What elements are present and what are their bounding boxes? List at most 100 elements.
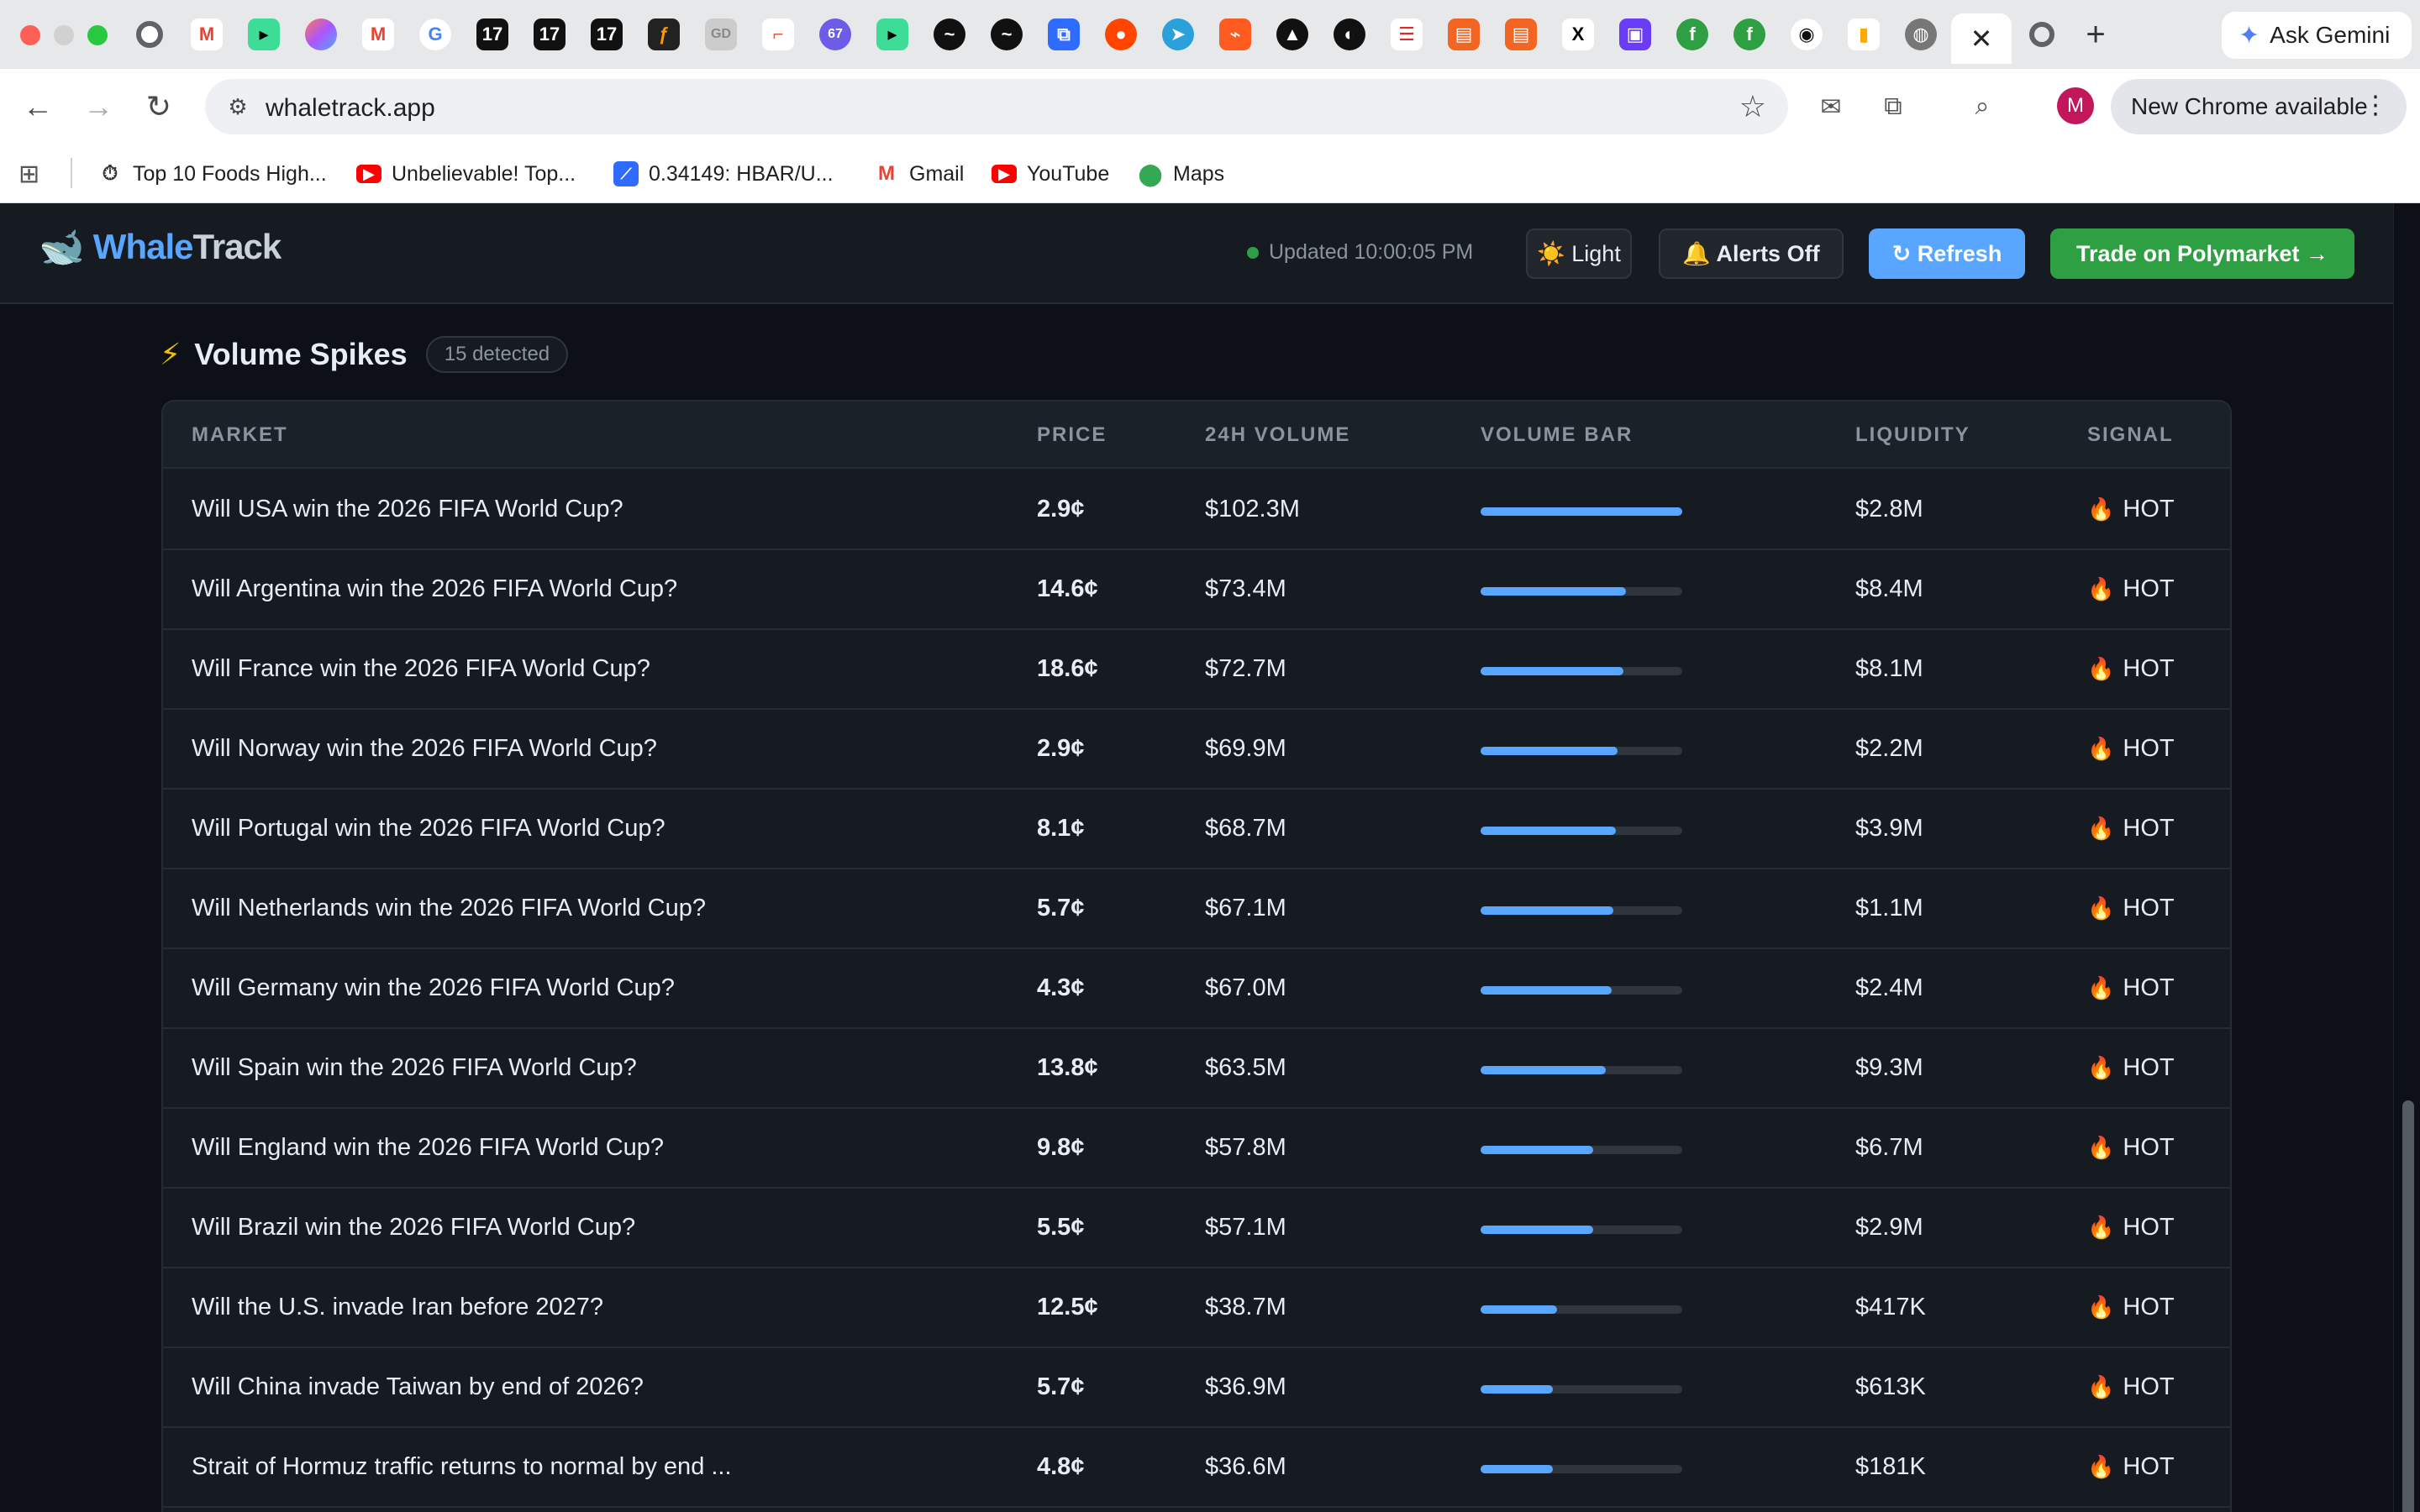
back-button[interactable]: ← — [17, 86, 59, 128]
refresh-button[interactable]: ↻ Refresh — [1869, 228, 2025, 279]
green-app-tab-icon[interactable]: ▸ — [872, 15, 913, 54]
profile-avatar[interactable]: M — [2057, 87, 2094, 124]
triangle-tab-icon[interactable]: ▲ — [1272, 15, 1313, 54]
table-row[interactable]: Will Netherlands win the 2026 FIFA World… — [163, 869, 2230, 949]
close-tab-icon[interactable]: ✕ — [1970, 23, 1993, 55]
close-window-button[interactable] — [20, 25, 40, 45]
minimize-window-button[interactable] — [54, 25, 74, 45]
apps-grid-icon[interactable]: ⊞ — [18, 158, 39, 190]
telegram-tab-icon[interactable]: ➤ — [1158, 15, 1198, 54]
green-circle-tab-icon[interactable]: f — [1672, 15, 1712, 54]
fx-tab-icon[interactable]: ƒ — [644, 15, 684, 54]
x-tab-icon[interactable]: X — [1558, 15, 1598, 54]
globe-tab-icon[interactable]: ◍ — [1901, 15, 1941, 54]
table-row[interactable]: Will Portugal win the 2026 FIFA World Cu… — [163, 790, 2230, 869]
black-circle-tab-icon[interactable]: ~ — [986, 15, 1027, 54]
table-row[interactable]: Strait of Hormuz traffic returns to norm… — [163, 1428, 2230, 1508]
market-name[interactable]: Strait of Hormuz traffic returns to norm… — [192, 1453, 732, 1481]
market-name[interactable]: Will the U.S. invade Iran before 2027? — [192, 1294, 603, 1321]
bookmark-item[interactable]: ▶ YouTube — [992, 158, 1109, 190]
market-name[interactable]: Will England win the 2026 FIFA World Cup… — [192, 1134, 664, 1162]
table-row[interactable]: Will China invade Taiwan by end of 2026?… — [163, 1348, 2230, 1428]
market-name[interactable]: Will Portugal win the 2026 FIFA World Cu… — [192, 815, 666, 843]
page-scrollbar[interactable] — [2393, 203, 2420, 1512]
new-tab-button[interactable]: + — [2075, 15, 2116, 54]
whaletrack-logo[interactable]: 🐋 WhaleTrack — [39, 225, 281, 269]
column-header-market[interactable]: MARKET — [192, 423, 288, 447]
market-name[interactable]: Will Netherlands win the 2026 FIFA World… — [192, 895, 706, 922]
bookmark-item[interactable]: ⟋ 0.34149: HBAR/U... — [613, 158, 834, 190]
new-chrome-available-button[interactable]: New Chrome available ⋮ — [2111, 79, 2407, 134]
forward-button[interactable]: → — [77, 86, 119, 128]
github-tab-icon[interactable]: ◉ — [1786, 15, 1827, 54]
black-circle-tab-icon[interactable]: ~ — [929, 15, 970, 54]
trade-on-polymarket-button[interactable]: Trade on Polymarket → — [2050, 228, 2354, 279]
tradingview-tab-icon[interactable]: 17 — [587, 15, 627, 54]
alerts-toggle-button[interactable]: 🔔 Alerts Off — [1659, 228, 1844, 279]
column-header-signal[interactable]: SIGNAL — [2087, 423, 2174, 447]
mail-extension-icon[interactable]: ✉ — [1812, 87, 1850, 126]
address-bar[interactable]: ⚙ whaletrack.app ☆ — [205, 79, 1788, 134]
market-name[interactable]: Will USA win the 2026 FIFA World Cup? — [192, 496, 623, 523]
theme-toggle-button[interactable]: ☀️ Light — [1526, 228, 1632, 279]
active-tab[interactable]: ✕ — [1951, 13, 2012, 64]
green-app-tab-icon[interactable]: ▸ — [244, 15, 284, 54]
google-tab-icon[interactable]: G — [415, 15, 455, 54]
chrome-tab-icon[interactable] — [2022, 15, 2062, 54]
purple-app-tab-icon[interactable]: ▣ — [1615, 15, 1655, 54]
market-name[interactable]: Will France win the 2026 FIFA World Cup? — [192, 655, 650, 683]
market-name[interactable]: Will Germany win the 2026 FIFA World Cup… — [192, 974, 675, 1002]
copilot-tab-icon[interactable] — [301, 15, 341, 54]
table-row[interactable]: Will Brazil win the 2026 FIFA World Cup?… — [163, 1189, 2230, 1268]
bookmark-item[interactable]: ▶ Unbelievable! Top... — [356, 158, 576, 190]
gd-tab-icon[interactable]: GD — [701, 15, 741, 54]
ask-gemini-button[interactable]: ✦ Ask Gemini — [2222, 12, 2412, 59]
bookmark-item[interactable]: M Gmail — [874, 158, 964, 190]
reddit-tab-icon[interactable]: ● — [1101, 15, 1141, 54]
orange-app-tab-icon[interactable]: ⌁ — [1215, 15, 1255, 54]
bookmark-item[interactable]: ⬤ Maps — [1138, 158, 1224, 190]
tradingview-tab-icon[interactable]: 17 — [472, 15, 513, 54]
table-row[interactable]: Will Germany win the 2026 FIFA World Cup… — [163, 949, 2230, 1029]
site-settings-icon[interactable]: ⚙ — [224, 92, 252, 121]
market-name[interactable]: Will China invade Taiwan by end of 2026? — [192, 1373, 644, 1401]
chrome-tab-icon[interactable] — [129, 15, 170, 54]
chrome-menu-icon[interactable]: ⋮ — [2363, 91, 2388, 120]
red-app-tab-icon[interactable]: ⌐ — [758, 15, 798, 54]
market-volume: $72.7M — [1205, 655, 1286, 682]
table-row[interactable]: Will France win the 2026 FIFA World Cup?… — [163, 630, 2230, 710]
column-header-liquidity[interactable]: LIQUIDITY — [1855, 423, 1970, 447]
table-row[interactable]: Will USA win the 2026 FIFA World Cup? 2.9… — [163, 470, 2230, 550]
column-header-price[interactable]: PRICE — [1037, 423, 1107, 447]
gmail-tab-icon[interactable]: M — [358, 15, 398, 54]
maximize-window-button[interactable] — [87, 25, 108, 45]
table-row[interactable]: Will the U.S. invade Iran before 2027? 12… — [163, 1268, 2230, 1348]
green-circle-tab-icon[interactable]: f — [1729, 15, 1770, 54]
tradingview-tab-icon[interactable]: 17 — [529, 15, 570, 54]
analytics-tab-icon[interactable]: ▮ — [1844, 15, 1884, 54]
blue-app-tab-icon[interactable]: ⧉ — [1044, 15, 1084, 54]
tab-search-icon[interactable]: ⌕ — [1963, 87, 2002, 126]
table-row[interactable]: Will England win the 2026 FIFA World Cup… — [163, 1109, 2230, 1189]
table-row[interactable]: Will Spain win the 2026 FIFA World Cup? 1… — [163, 1029, 2230, 1109]
chart-icon: ⟋ — [613, 161, 639, 186]
bookmark-item[interactable]: ⏱ Top 10 Foods High... — [97, 158, 327, 190]
gmail-tab-icon[interactable]: M — [187, 15, 227, 54]
bookmark-app-tab-icon[interactable]: ▤ — [1444, 15, 1484, 54]
black-circle-tab-icon[interactable]: ◐ — [1329, 15, 1370, 54]
bookmark-star-icon[interactable]: ☆ — [1739, 89, 1766, 124]
notification-tab-icon[interactable]: 67 — [815, 15, 855, 54]
extensions-puzzle-icon[interactable]: ⧉ — [1874, 87, 1912, 126]
table-row[interactable]: Will Norway win the 2026 FIFA World Cup?… — [163, 710, 2230, 790]
flipboard-tab-icon[interactable]: ☰ — [1386, 15, 1427, 54]
market-name[interactable]: Will Spain win the 2026 FIFA World Cup? — [192, 1054, 637, 1082]
market-name[interactable]: Will Brazil win the 2026 FIFA World Cup? — [192, 1214, 635, 1242]
bookmark-app-tab-icon[interactable]: ▤ — [1501, 15, 1541, 54]
url-text[interactable]: whaletrack.app — [266, 94, 435, 123]
scrollbar-thumb[interactable] — [2402, 1100, 2414, 1512]
market-name[interactable]: Will Norway win the 2026 FIFA World Cup? — [192, 735, 657, 763]
reload-button[interactable]: ↻ — [138, 86, 180, 128]
market-name[interactable]: Will Argentina win the 2026 FIFA World C… — [192, 575, 677, 603]
column-header-volume[interactable]: 24H VOLUME — [1205, 423, 1350, 447]
table-row[interactable]: Will Argentina win the 2026 FIFA World C… — [163, 550, 2230, 630]
